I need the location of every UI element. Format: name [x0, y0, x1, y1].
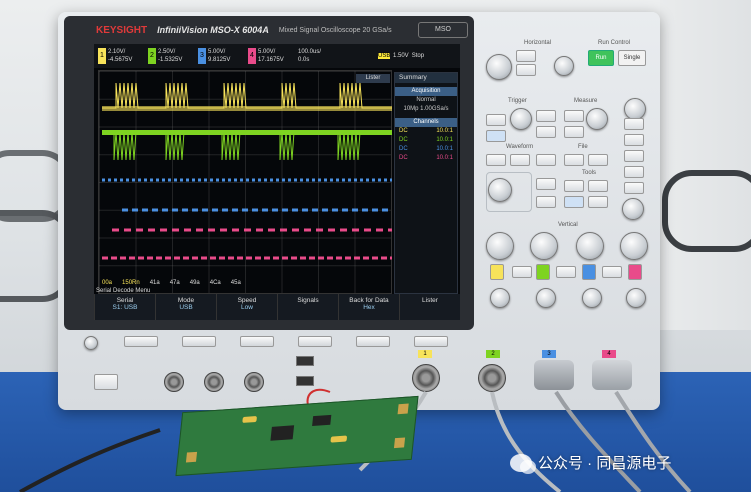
board-chip [270, 425, 295, 441]
board-connector [397, 403, 409, 415]
board-connector [393, 437, 406, 449]
board-header [330, 435, 348, 443]
board-header [242, 415, 258, 423]
board-chip [312, 414, 332, 427]
board-connector [185, 451, 198, 463]
wechat-icon [510, 453, 536, 474]
watermark-text: 公众号 · 同昌源电子 [538, 455, 672, 472]
watermark: 公众号 · 同昌源电子 [510, 452, 672, 474]
